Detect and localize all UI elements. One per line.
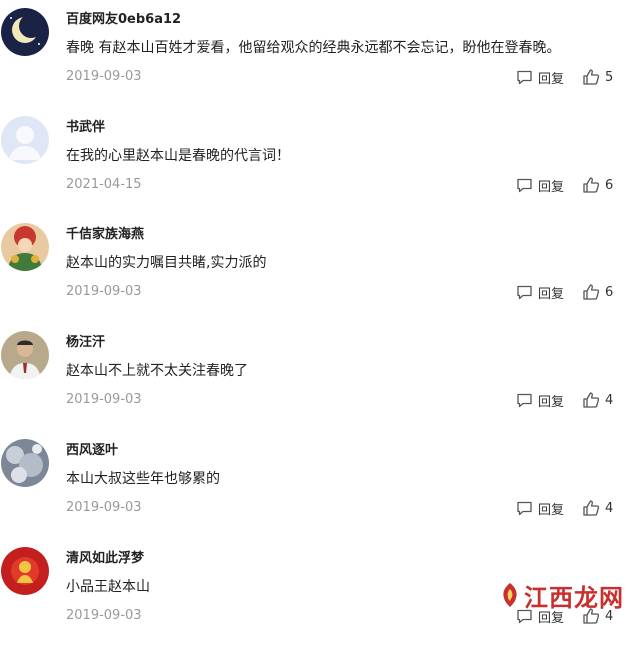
like-count: 6	[605, 177, 614, 193]
default-user-avatar[interactable]	[1, 116, 49, 164]
reply-button[interactable]: 回复	[516, 174, 564, 196]
reply-label: 回复	[538, 502, 565, 518]
like-button[interactable]: 4	[582, 497, 613, 519]
comment-item: 百度网友0eb6a12 春晚 有赵本山百姓才爱看，他留给观众的经典永远都不会忘记…	[0, 4, 640, 111]
comment-bubble-icon	[516, 69, 533, 86]
snow-avatar[interactable]	[1, 439, 49, 487]
comment-text: 春晚 有赵本山百姓才爱看，他留给观众的经典永远都不会忘记，盼他在登春晚。	[66, 40, 561, 56]
comment-date: 2019-09-03	[66, 500, 142, 515]
comment-date: 2019-09-03	[66, 284, 142, 299]
username[interactable]: 书武伴	[66, 116, 105, 135]
like-button[interactable]: 6	[582, 174, 613, 196]
thumbs-up-icon	[582, 68, 600, 86]
thumbs-up-icon	[582, 391, 600, 409]
like-button[interactable]: 4	[582, 389, 613, 411]
comment-item: 西风逐叶 本山大叔这些年也够累的 2019-09-03 回复 4	[0, 435, 640, 542]
reply-button[interactable]: 回复	[516, 497, 564, 519]
opera-avatar[interactable]	[1, 223, 49, 271]
comment-date: 2021-04-15	[66, 177, 142, 192]
comment-text: 赵本山的实力嘱目共睹,实力派的	[66, 255, 267, 271]
red-festival-avatar[interactable]	[1, 547, 49, 595]
comment-text: 赵本山不上就不太关注春晚了	[66, 363, 248, 379]
dragon-logo-icon	[500, 582, 520, 608]
username[interactable]: 千佶家族海燕	[66, 223, 144, 242]
like-count: 5	[605, 69, 614, 85]
username[interactable]: 杨汪汗	[66, 331, 105, 350]
reply-label: 回复	[538, 394, 565, 410]
reply-button[interactable]: 回复	[516, 281, 564, 303]
comment-item: 书武伴 在我的心里赵本山是春晚的代言词！ 2021-04-15 回复 6	[0, 112, 640, 219]
like-count: 6	[605, 284, 614, 300]
comment-date: 2019-09-03	[66, 69, 142, 84]
comment-bubble-icon	[516, 284, 533, 301]
username[interactable]: 西风逐叶	[66, 439, 118, 458]
comment-item: 杨汪汗 赵本山不上就不太关注春晚了 2019-09-03 回复 4	[0, 327, 640, 434]
reply-button[interactable]: 回复	[516, 66, 564, 88]
comment-bubble-icon	[516, 392, 533, 409]
watermark-text: 江西龙网	[524, 582, 624, 612]
thumbs-up-icon	[582, 499, 600, 517]
reply-label: 回复	[538, 286, 565, 302]
reply-label: 回复	[538, 179, 565, 195]
watermark: 江西龙网	[500, 577, 630, 613]
like-count: 4	[605, 500, 614, 516]
like-count: 4	[605, 392, 614, 408]
comment-bubble-icon	[516, 177, 533, 194]
reply-button[interactable]: 回复	[516, 389, 564, 411]
comment-text: 本山大叔这些年也够累的	[66, 471, 220, 487]
comment-date: 2019-09-03	[66, 392, 142, 407]
comment-item: 千佶家族海燕 赵本山的实力嘱目共睹,实力派的 2019-09-03 回复 6	[0, 219, 640, 326]
moon-night-avatar[interactable]	[1, 8, 49, 56]
thumbs-up-icon	[582, 283, 600, 301]
thumbs-up-icon	[582, 176, 600, 194]
like-button[interactable]: 6	[582, 281, 613, 303]
like-button[interactable]: 5	[582, 66, 613, 88]
reply-label: 回复	[538, 71, 565, 87]
man-photo-avatar[interactable]	[1, 331, 49, 379]
username[interactable]: 清风如此浮梦	[66, 547, 144, 566]
comment-text: 小品王赵本山	[66, 579, 150, 595]
username[interactable]: 百度网友0eb6a12	[66, 8, 181, 27]
comment-text: 在我的心里赵本山是春晚的代言词！	[66, 148, 290, 164]
comment-bubble-icon	[516, 500, 533, 517]
comment-date: 2019-09-03	[66, 608, 142, 623]
